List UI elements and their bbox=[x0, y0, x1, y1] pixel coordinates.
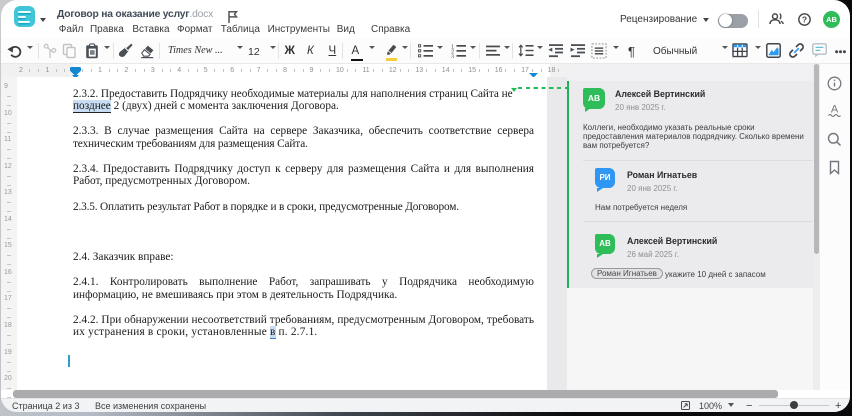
svg-text:3: 3 bbox=[451, 55, 454, 59]
svg-text:?: ? bbox=[801, 14, 806, 24]
svg-text:А: А bbox=[831, 104, 839, 116]
